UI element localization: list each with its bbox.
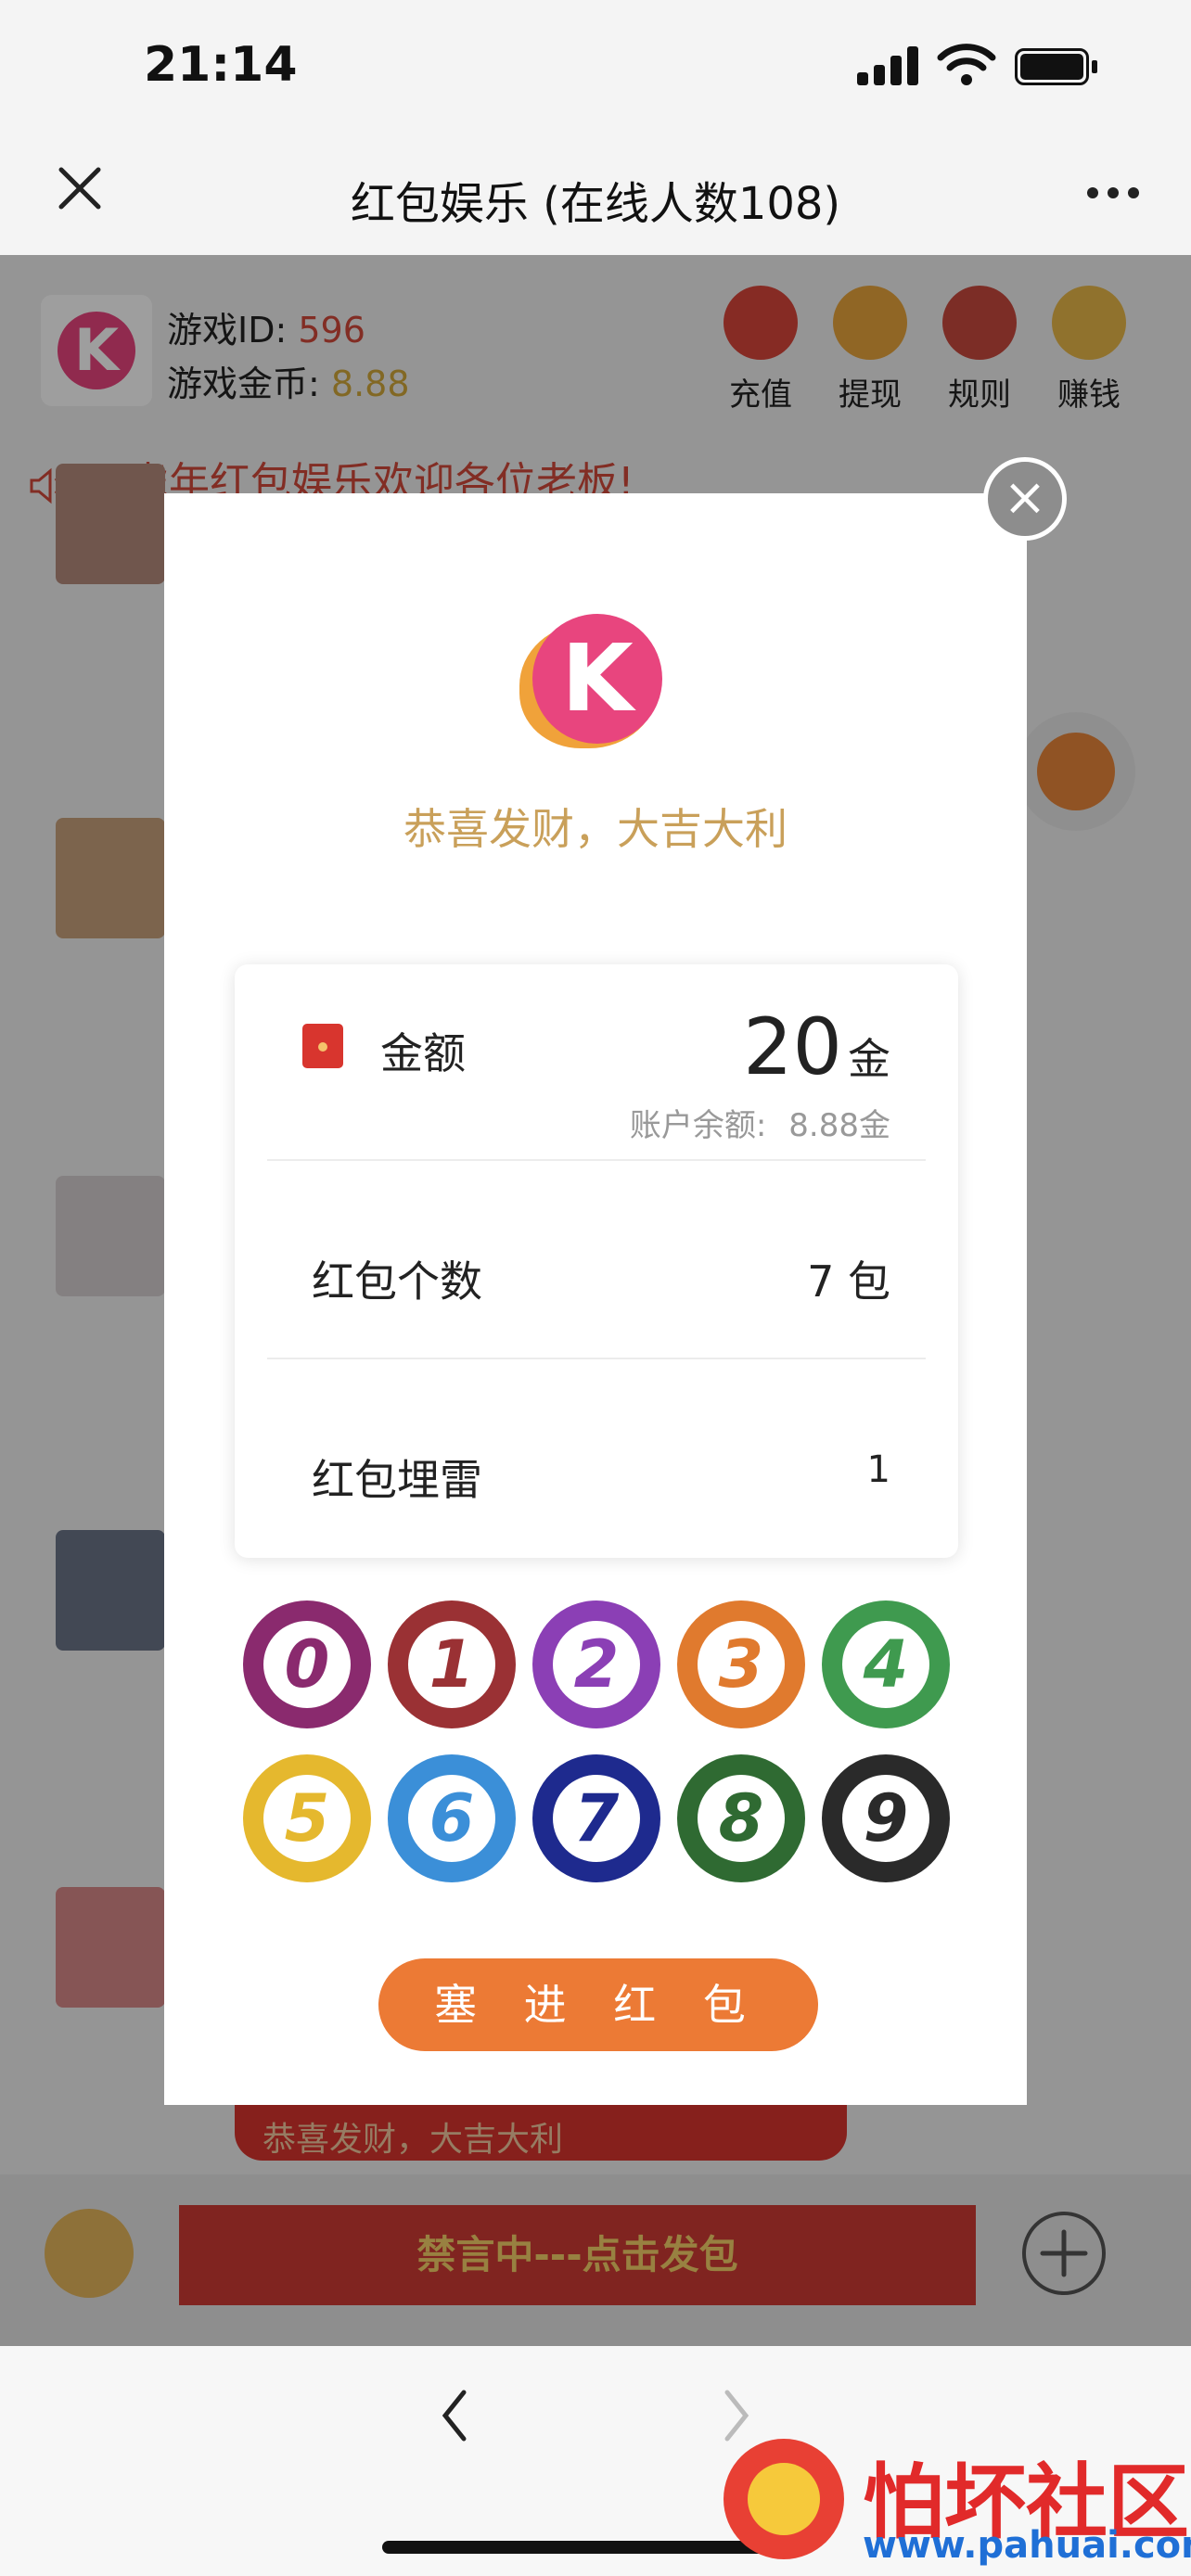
chip-number: 9 bbox=[863, 1780, 909, 1856]
chip-number: 6 bbox=[429, 1780, 475, 1856]
divider bbox=[267, 1358, 926, 1359]
chip-3[interactable]: 3 bbox=[677, 1600, 805, 1728]
amount-value: 20 bbox=[743, 1001, 842, 1092]
chip-number: 7 bbox=[573, 1780, 620, 1856]
chip-5[interactable]: 5 bbox=[243, 1754, 371, 1882]
modal-close-icon[interactable]: × bbox=[983, 457, 1067, 541]
chip-1[interactable]: 1 bbox=[388, 1600, 516, 1728]
page-title: 红包娱乐 (在线人数108) bbox=[350, 178, 841, 230]
red-envelope-icon bbox=[302, 1024, 343, 1068]
divider bbox=[267, 1159, 926, 1161]
chip-2[interactable]: 2 bbox=[532, 1600, 660, 1728]
modal-tagline: 恭喜发财，大吉大利 bbox=[403, 804, 788, 854]
more-icon[interactable] bbox=[1085, 187, 1141, 198]
chip-number: 1 bbox=[429, 1626, 475, 1702]
mine-value: 1 bbox=[866, 1448, 890, 1491]
modal-logo: K bbox=[519, 614, 672, 751]
chip-number: 8 bbox=[718, 1780, 764, 1856]
chip-4[interactable]: 4 bbox=[822, 1600, 950, 1728]
amount-unit: 金 bbox=[848, 1034, 890, 1084]
chip-0[interactable]: 0 bbox=[243, 1600, 371, 1728]
count-field[interactable]: 7 包 bbox=[705, 1248, 890, 1309]
chip-6[interactable]: 6 bbox=[388, 1754, 516, 1882]
submit-envelope-button[interactable]: 塞 进 红 包 bbox=[378, 1958, 818, 2051]
forward-icon[interactable] bbox=[718, 2383, 755, 2448]
count-label: 红包个数 bbox=[312, 1256, 482, 1307]
chip-9[interactable]: 9 bbox=[822, 1754, 950, 1882]
amount-field[interactable]: 20 金 bbox=[705, 1001, 890, 1092]
balance-row: 账户余额: 8.88金 bbox=[519, 1100, 890, 1145]
wifi-icon bbox=[937, 41, 996, 87]
balance-value: 8.88金 bbox=[788, 1107, 890, 1144]
amount-label: 金额 bbox=[380, 1028, 466, 1078]
balance-label: 账户余额: bbox=[629, 1107, 767, 1144]
chip-number: 4 bbox=[863, 1626, 909, 1702]
chip-number: 0 bbox=[284, 1626, 330, 1702]
chip-number: 3 bbox=[718, 1626, 764, 1702]
mine-label: 红包埋雷 bbox=[312, 1455, 482, 1505]
status-time: 21:14 bbox=[144, 37, 298, 93]
battery-icon bbox=[1015, 48, 1100, 89]
back-icon[interactable] bbox=[436, 2383, 473, 2448]
chip-number: 5 bbox=[284, 1780, 330, 1856]
watermark-logo-icon bbox=[724, 2439, 844, 2559]
watermark-url: www.pahuai.com bbox=[863, 2524, 1191, 2567]
chip-7[interactable]: 7 bbox=[532, 1754, 660, 1882]
chip-8[interactable]: 8 bbox=[677, 1754, 805, 1882]
signal-icon bbox=[857, 45, 922, 85]
chip-number: 2 bbox=[573, 1626, 620, 1702]
